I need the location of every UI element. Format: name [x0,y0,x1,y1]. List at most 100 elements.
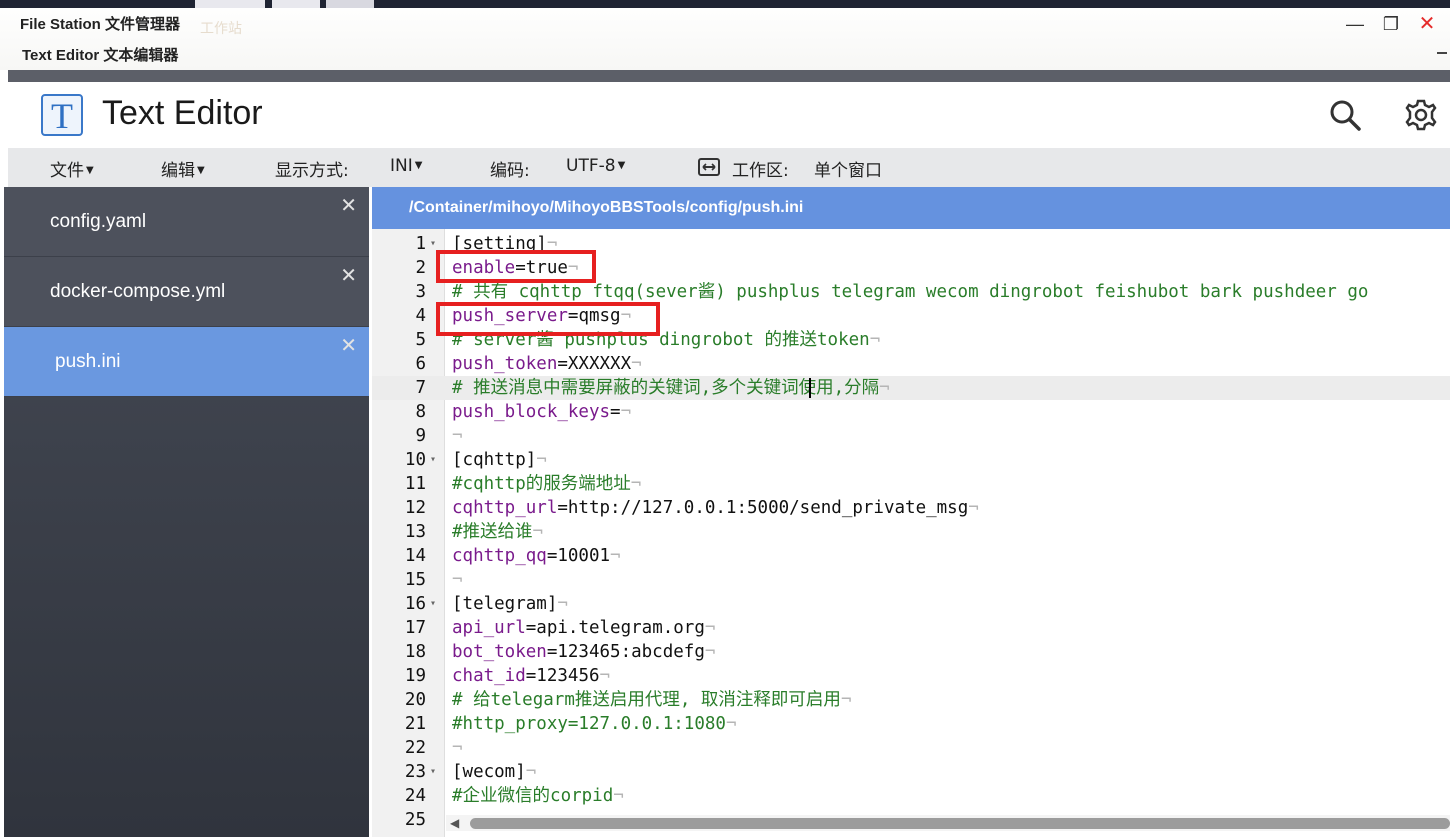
end-of-line-marker: ¬ [613,786,624,806]
code-line[interactable]: 7 # 推送消息中需要屏蔽的关键词,多个关键词使用,分隔¬ [372,376,1450,400]
ini-value: =123456 [525,666,600,686]
encoding-select[interactable]: UTF-8 ▼ [566,156,625,176]
ini-key: bot_token [452,642,547,662]
app-title: Text Editor [102,94,263,132]
file-tabs-sidebar: config.yaml ✕ docker-compose.yml ✕ push.… [4,187,369,837]
code-line[interactable]: 12 cqhttp_url=http://127.0.0.1:5000/send_… [372,496,1450,520]
encoding-label: 编码: [490,161,530,181]
fold-toggle-icon[interactable]: ▾ [430,592,436,616]
line-text: # 共有 cqhttp ftqq(sever酱) pushplus telegr… [452,280,1368,304]
end-of-line-marker: ¬ [879,378,890,398]
code-line[interactable]: 23 ▾ [wecom]¬ [372,760,1450,784]
taskbar-tab[interactable] [326,0,374,8]
top-strip [0,0,1450,8]
ini-key: cqhttp_qq [452,546,547,566]
menu-bar: 文件 ▼ 编辑 ▼ 显示方式: INI ▼ 编码: UTF-8 ▼ 工作区: 单个窗口 [8,148,1450,187]
code-line[interactable]: 17 api_url=api.telegram.org¬ [372,616,1450,640]
display-mode-select[interactable]: INI ▼ [390,156,422,176]
end-of-line-marker: ¬ [620,402,632,422]
search-icon[interactable] [1328,98,1362,132]
code-line[interactable]: 10 ▾ [cqhttp]¬ [372,448,1450,472]
ini-comment: # 推送消息中需要屏蔽的关键词,多个关键词使用,分隔 [452,378,880,398]
menu-edit[interactable]: 编辑 ▼ [161,156,205,181]
fold-toggle-icon[interactable]: ▾ [430,448,436,472]
display-mode-label: 显示方式: [275,161,349,181]
workspace-label: 工作区: [732,161,789,181]
ini-comment: #cqhttp的服务端地址 [452,474,631,494]
taskbar-tab[interactable] [195,0,265,8]
highlight-box-enable [436,250,596,283]
display-mode-value: INI [390,156,413,176]
line-number: 6 [415,354,426,374]
code-line[interactable]: 21 #http_proxy=127.0.0.1:1080¬ [372,712,1450,736]
code-line[interactable]: 3 # 共有 cqhttp ftqq(sever酱) pushplus teleg… [372,280,1450,304]
maximize-button[interactable]: ❐ [1379,14,1403,34]
code-line[interactable]: 8 push_block_keys=¬ [372,400,1450,424]
line-number: 25 [404,810,426,830]
code-line[interactable]: 6 push_token=XXXXXX¬ [372,352,1450,376]
end-of-line-marker: ¬ [869,330,881,350]
text-cursor [809,378,811,398]
line-number: 5 [415,330,426,350]
line-number: 2 [415,258,426,278]
code-line[interactable]: 19 chat_id=123456¬ [372,664,1450,688]
workspace-icon[interactable] [698,158,720,176]
caret-down-icon: ▼ [414,160,423,171]
ini-key: chat_id [452,666,526,686]
ini-key: api_url [452,618,526,638]
workspace-select[interactable]: 单个窗口 [814,156,882,181]
caret-down-icon: ▼ [617,160,626,171]
line-text: # 给telegarm推送启用代理, 取消注释即可启用¬ [452,688,851,712]
tab-label: docker-compose.yml [50,281,226,302]
taskbar-tab[interactable] [272,0,320,8]
line-number: 21 [404,714,426,734]
gear-icon[interactable] [1404,98,1438,132]
ini-comment: # 共有 cqhttp ftqq(sever酱) pushplus telegr… [452,282,1369,302]
close-tab-icon[interactable]: ✕ [340,193,357,218]
menu-file[interactable]: 文件 ▼ [50,156,94,181]
end-of-line-marker: ¬ [536,450,547,470]
minimize-button[interactable]: — [1343,14,1367,34]
code-line[interactable]: 22 ¬ [372,736,1450,760]
scrollbar-thumb[interactable] [470,818,1450,829]
line-text: bot_token=123465:abcdefg¬ [452,640,715,664]
code-line[interactable]: 13 #推送给谁¬ [372,520,1450,544]
end-of-line-marker: ¬ [557,594,568,614]
ini-section: [cqhttp] [452,450,537,470]
caret-down-icon: ▼ [197,165,205,176]
tab-docker-compose-yml[interactable]: docker-compose.yml ✕ [4,257,369,327]
line-number: 7 [415,378,426,398]
line-number: 23 [404,762,426,782]
code-line[interactable]: 14 cqhttp_qq=10001¬ [372,544,1450,568]
tab-label: config.yaml [50,211,147,232]
tab-push-ini[interactable]: push.ini ✕ [4,327,369,397]
caret-down-icon: ▼ [86,165,94,176]
end-of-line-marker: ¬ [631,354,642,374]
text-editor-window-title: Text Editor 文本编辑器 [22,47,179,64]
ini-value: =XXXXXX [557,354,632,374]
line-number: 14 [404,546,426,566]
end-of-line-marker: ¬ [630,474,642,494]
close-tab-icon[interactable]: ✕ [340,333,357,358]
highlight-box-push-server [436,302,660,336]
line-number: 24 [404,786,426,806]
end-of-line-marker: ¬ [452,426,463,446]
line-number: 3 [415,282,426,302]
code-line[interactable]: 9 ¬ [372,424,1450,448]
inner-minimize-button[interactable] [1437,52,1447,54]
code-line[interactable]: 20 # 给telegarm推送启用代理, 取消注释即可启用¬ [372,688,1450,712]
scroll-left-icon[interactable]: ◀ [450,816,459,830]
end-of-line-marker: ¬ [610,546,621,566]
close-window-button[interactable]: ✕ [1415,14,1439,34]
tab-config-yaml[interactable]: config.yaml ✕ [4,187,369,257]
fold-toggle-icon[interactable]: ▾ [430,760,436,784]
code-line[interactable]: 18 bot_token=123465:abcdefg¬ [372,640,1450,664]
code-line[interactable]: 15 ¬ [372,568,1450,592]
line-text: #http_proxy=127.0.0.1:1080¬ [452,712,736,736]
line-text: # 推送消息中需要屏蔽的关键词,多个关键词使用,分隔¬ [452,376,890,400]
code-line[interactable]: 16 ▾ [telegram]¬ [372,592,1450,616]
code-line[interactable]: 11 #cqhttp的服务端地址¬ [372,472,1450,496]
close-tab-icon[interactable]: ✕ [340,263,357,288]
code-line[interactable]: 24 #企业微信的corpid¬ [372,784,1450,808]
horizontal-scrollbar[interactable]: ◀ [446,815,1450,831]
